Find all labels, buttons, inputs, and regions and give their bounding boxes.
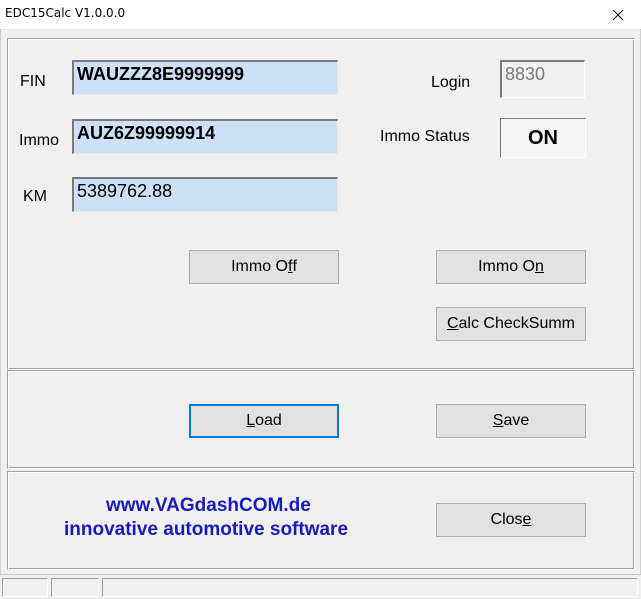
load-hotkey: L xyxy=(246,412,256,429)
title-bar: EDC15Calc V1.0.0.0 xyxy=(0,0,641,30)
immo-label: Immo xyxy=(19,132,59,149)
immo-off-label-pre: Immo O xyxy=(231,258,288,275)
calc-label-post: alc CheckSumm xyxy=(458,315,576,332)
immo-field[interactable]: AUZ6Z99999914 xyxy=(72,119,338,154)
login-field[interactable]: 8830 xyxy=(500,60,585,98)
status-bar-part-3 xyxy=(102,578,638,597)
calc-hotkey: C xyxy=(446,315,459,332)
save-button[interactable]: Save xyxy=(436,404,586,438)
immo-status-badge: ON xyxy=(500,118,586,158)
close-window-button[interactable] xyxy=(595,0,641,29)
window-title: EDC15Calc V1.0.0.0 xyxy=(5,6,126,20)
immo-on-hotkey: n xyxy=(534,258,544,275)
status-bar xyxy=(0,574,641,599)
fin-label: FIN xyxy=(20,73,46,90)
status-bar-part-1 xyxy=(2,578,48,597)
load-button[interactable]: Load xyxy=(189,404,339,438)
load-label-post: oad xyxy=(255,412,282,429)
immo-off-button[interactable]: Immo Off xyxy=(189,250,339,284)
save-hotkey: S xyxy=(492,412,504,429)
immo-on-button[interactable]: Immo On xyxy=(436,250,586,284)
close-icon xyxy=(612,9,624,20)
login-label: Login xyxy=(431,74,471,91)
km-label: KM xyxy=(23,188,47,205)
immo-off-label-post: f xyxy=(292,258,297,275)
close-button[interactable]: Clos e xyxy=(436,503,586,537)
calc-checksumm-button[interactable]: Calc CheckSumm xyxy=(436,307,586,341)
immo-on-label-pre: Immo O xyxy=(478,258,535,275)
fin-field[interactable]: WAUZZZ8E9999999 xyxy=(72,60,338,95)
save-label-post: ave xyxy=(503,412,530,429)
brand-tagline: innovative automotive software xyxy=(64,519,349,540)
brand-url-link[interactable]: www.VAGdashCOM.de xyxy=(106,495,311,517)
km-field[interactable]: 5389762.88 xyxy=(72,177,338,212)
status-bar-part-2 xyxy=(51,578,99,597)
immo-status-label: Immo Status xyxy=(380,128,470,145)
close-label-pre: Clos xyxy=(490,511,523,528)
close-hotkey: e xyxy=(522,511,532,528)
